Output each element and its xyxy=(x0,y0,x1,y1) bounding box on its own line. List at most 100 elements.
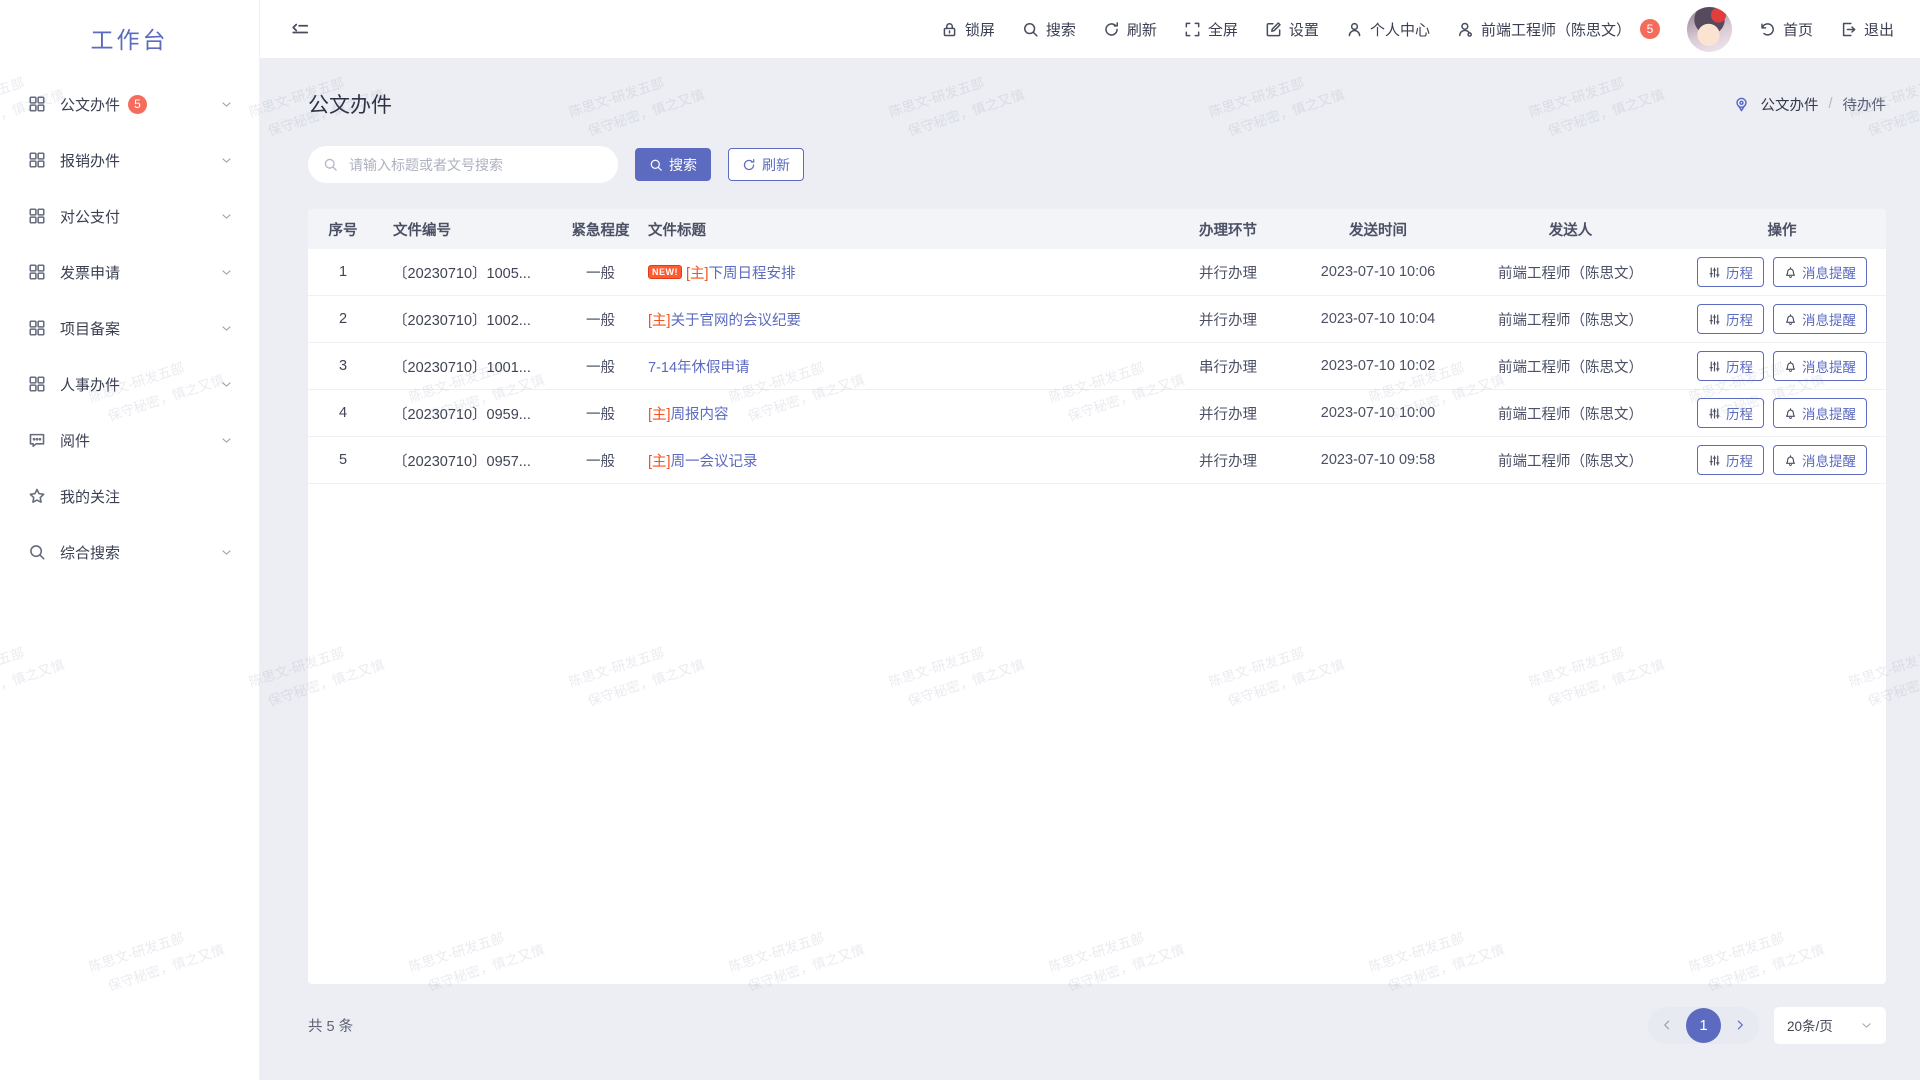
cell-urgency: 一般 xyxy=(553,262,648,283)
column-header: 发送人 xyxy=(1463,219,1678,240)
next-page-button[interactable] xyxy=(1730,1015,1750,1035)
sidebar-item-1[interactable]: 公文办件5 xyxy=(0,76,259,132)
cell-file-no: 〔20230710〕1005... xyxy=(378,262,553,283)
document-title-link[interactable]: [主]周报内容 xyxy=(648,403,729,424)
chevron-down-icon xyxy=(220,546,233,559)
user-badge-icon xyxy=(1457,21,1474,38)
logout-label: 退出 xyxy=(1864,19,1894,40)
sidebar-item-label: 我的关注 xyxy=(60,486,120,507)
history-button[interactable]: 历程 xyxy=(1697,445,1764,475)
topbar-action-refresh[interactable]: 刷新 xyxy=(1103,19,1157,40)
message-remind-label: 消息提醒 xyxy=(1802,262,1856,282)
menu-fold-icon[interactable] xyxy=(290,19,310,39)
cell-step: 并行办理 xyxy=(1163,403,1293,424)
user-role-chip[interactable]: 前端工程师（陈思文）5 xyxy=(1457,19,1660,40)
document-title-text: 周一会议记录 xyxy=(671,450,758,471)
content-area: 公文办件 公文办件 / 待办件 搜索 xyxy=(260,58,1920,1080)
grid-icon xyxy=(28,95,46,113)
grid-icon xyxy=(28,375,46,393)
sidebar-item-6[interactable]: 人事办件 xyxy=(0,356,259,412)
prev-page-button[interactable] xyxy=(1657,1015,1677,1035)
topbar-action-settings[interactable]: 设置 xyxy=(1265,19,1319,40)
topbar-action-search[interactable]: 搜索 xyxy=(1022,19,1076,40)
sidebar-item-9[interactable]: 综合搜索 xyxy=(0,524,259,580)
cell-step: 并行办理 xyxy=(1163,450,1293,471)
bell-icon xyxy=(1784,407,1797,420)
sidebar-item-8[interactable]: 我的关注 xyxy=(0,468,259,524)
message-remind-button[interactable]: 消息提醒 xyxy=(1773,304,1867,334)
cell-urgency: 一般 xyxy=(553,309,648,330)
document-title-text: 周报内容 xyxy=(671,403,729,424)
sidebar-item-5[interactable]: 项目备案 xyxy=(0,300,259,356)
refresh-icon xyxy=(742,158,756,172)
table-footer: 共 5 条 1 20条/页 xyxy=(308,1006,1886,1044)
table-row: 2〔20230710〕1002...一般[主]关于官网的会议纪要并行办理2023… xyxy=(308,296,1886,343)
message-remind-button[interactable]: 消息提醒 xyxy=(1773,398,1867,428)
home-button[interactable]: 首页 xyxy=(1759,19,1813,40)
history-button[interactable]: 历程 xyxy=(1697,304,1764,334)
document-title-link[interactable]: [主]下周日程安排 xyxy=(686,262,796,283)
breadcrumb-current: 待办件 xyxy=(1843,94,1887,115)
history-button[interactable]: 历程 xyxy=(1697,398,1764,428)
sidebar-item-label: 阅件 xyxy=(60,430,90,451)
table-body: 1〔20230710〕1005...一般NEW![主]下周日程安排并行办理202… xyxy=(308,249,1886,484)
sidebar-item-4[interactable]: 发票申请 xyxy=(0,244,259,300)
chevron-down-icon xyxy=(220,378,233,391)
topbar-action-lock[interactable]: 锁屏 xyxy=(941,19,995,40)
cell-actions: 历程消息提醒 xyxy=(1678,398,1886,428)
document-title-link[interactable]: [主]关于官网的会议纪要 xyxy=(648,309,801,330)
location-pin-icon xyxy=(1733,96,1750,113)
sidebar-item-3[interactable]: 对公支付 xyxy=(0,188,259,244)
message-remind-label: 消息提醒 xyxy=(1802,450,1856,470)
page-size-select[interactable]: 20条/页 xyxy=(1774,1007,1886,1044)
cell-index: 4 xyxy=(308,405,378,421)
lock-icon xyxy=(941,21,958,38)
cell-urgency: 一般 xyxy=(553,403,648,424)
user-name: 前端工程师（陈思文） xyxy=(1481,19,1631,40)
cell-sender: 前端工程师（陈思文） xyxy=(1463,403,1678,424)
cell-file-no: 〔20230710〕1002... xyxy=(378,309,553,330)
search-input[interactable] xyxy=(347,156,603,174)
topbar-action-fullscreen[interactable]: 全屏 xyxy=(1184,19,1238,40)
sidebar-item-7[interactable]: 阅件 xyxy=(0,412,259,468)
cell-step: 并行办理 xyxy=(1163,309,1293,330)
sidebar-item-label: 人事办件 xyxy=(60,374,120,395)
sidebar-item-2[interactable]: 报销办件 xyxy=(0,132,259,188)
table-row: 4〔20230710〕0959...一般[主]周报内容并行办理2023-07-1… xyxy=(308,390,1886,437)
topbar-action-label: 设置 xyxy=(1289,19,1319,40)
table-row: 5〔20230710〕0957...一般[主]周一会议记录并行办理2023-07… xyxy=(308,437,1886,484)
message-remind-button[interactable]: 消息提醒 xyxy=(1773,445,1867,475)
refresh-button[interactable]: 刷新 xyxy=(728,148,804,181)
cell-file-no: 〔20230710〕1001... xyxy=(378,356,553,377)
history-button[interactable]: 历程 xyxy=(1697,257,1764,287)
grid-icon xyxy=(28,151,46,169)
breadcrumb-root[interactable]: 公文办件 xyxy=(1760,94,1818,115)
row-actions: 历程消息提醒 xyxy=(1678,304,1886,334)
main-doc-tag: [主] xyxy=(648,309,671,330)
search-button[interactable]: 搜索 xyxy=(635,148,711,181)
column-header: 文件编号 xyxy=(378,219,553,240)
breadcrumb: 公文办件 / 待办件 xyxy=(1733,94,1886,115)
logout-button[interactable]: 退出 xyxy=(1840,19,1894,40)
cell-sender: 前端工程师（陈思文） xyxy=(1463,356,1678,377)
table-row: 3〔20230710〕1001...一般7-14年休假申请串行办理2023-07… xyxy=(308,343,1886,390)
chevron-down-icon xyxy=(1860,1019,1873,1032)
document-title-link[interactable]: 7-14年休假申请 xyxy=(648,356,750,377)
message-remind-button[interactable]: 消息提醒 xyxy=(1773,351,1867,381)
page-number-button[interactable]: 1 xyxy=(1686,1008,1721,1043)
cell-title: [主]周报内容 xyxy=(648,403,1163,424)
row-actions: 历程消息提醒 xyxy=(1678,398,1886,428)
document-title-link[interactable]: [主]周一会议记录 xyxy=(648,450,758,471)
user-avatar[interactable] xyxy=(1687,7,1732,52)
sliders-icon xyxy=(1708,454,1721,467)
history-button[interactable]: 历程 xyxy=(1697,351,1764,381)
row-actions: 历程 消息提醒 xyxy=(1678,445,1886,475)
history-button-label: 历程 xyxy=(1726,262,1753,282)
page-head: 公文办件 公文办件 / 待办件 xyxy=(308,86,1886,122)
main-doc-tag: [主] xyxy=(686,262,709,283)
search-icon xyxy=(28,543,46,561)
message-remind-button[interactable]: 消息提醒 xyxy=(1773,257,1867,287)
topbar-action-profile[interactable]: 个人中心 xyxy=(1346,19,1430,40)
fullscreen-icon xyxy=(1184,21,1201,38)
chevron-down-icon xyxy=(220,210,233,223)
